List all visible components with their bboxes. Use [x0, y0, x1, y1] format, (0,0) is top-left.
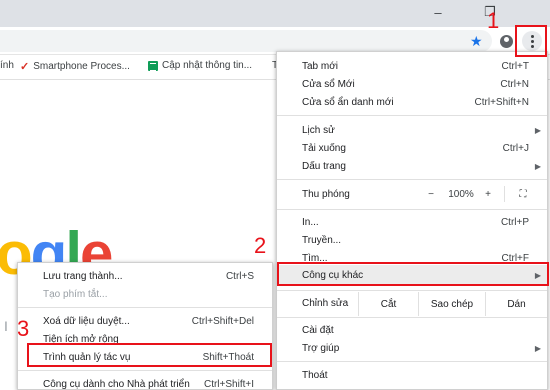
checkmark-icon: ✓	[20, 61, 30, 73]
address-bar[interactable]	[0, 30, 492, 52]
bookmark-label: ính	[0, 60, 14, 71]
menu-item-bookmarks[interactable]: Dấu trang ▶	[277, 156, 547, 176]
annotation-box	[277, 262, 549, 286]
menu-item-new-tab[interactable]: Tab mới Ctrl+T	[277, 56, 547, 76]
menu-separator	[277, 209, 547, 210]
zoom-level: 100%	[448, 188, 474, 200]
annotation-letter: I	[4, 318, 8, 334]
menu-separator	[277, 179, 547, 180]
star-icon[interactable]: ★	[470, 33, 483, 50]
menu-item-edit: Chỉnh sửa Cắt Sao chép Dán	[277, 292, 547, 316]
menu-item-incognito[interactable]: Cửa sổ ẩn danh mới Ctrl+Shift+N	[277, 92, 547, 112]
menu-separator	[277, 317, 547, 318]
zoom-divider	[504, 186, 505, 202]
menu-item-print[interactable]: In... Ctrl+P	[277, 212, 547, 232]
menu-item-zoom: Thu phóng − 100% + ⛶	[277, 184, 547, 204]
copy-button[interactable]: Sao chép	[418, 292, 485, 316]
menu-separator	[18, 370, 272, 371]
menu-item-settings[interactable]: Cài đặt	[277, 320, 547, 340]
menu-item-downloads[interactable]: Tải xuống Ctrl+J	[277, 138, 547, 158]
submenu-arrow-icon: ▶	[534, 125, 541, 135]
more-tools-submenu: Lưu trang thành... Ctrl+S Tạo phím tắt...…	[17, 262, 273, 390]
submenu-arrow-icon: ▶	[534, 343, 541, 353]
paste-button[interactable]: Dán	[485, 292, 547, 316]
annotation-number: 3	[17, 316, 30, 341]
bookmark-item[interactable]: ✓ Smartphone Proces...	[20, 60, 130, 73]
menu-item-clear-data[interactable]: Xoá dữ liệu duyệt... Ctrl+Shift+Del	[18, 311, 272, 331]
menu-separator	[277, 290, 547, 291]
menu-item-save-page[interactable]: Lưu trang thành... Ctrl+S	[18, 266, 272, 286]
minimize-button[interactable]: –	[420, 2, 456, 22]
title-bar: – ❐	[0, 0, 550, 27]
cut-button[interactable]: Cắt	[358, 292, 418, 316]
annotation-number: 2	[254, 233, 267, 258]
menu-separator	[277, 361, 547, 362]
submenu-arrow-icon: ▶	[534, 161, 541, 171]
menu-separator	[18, 307, 272, 308]
menu-separator	[277, 115, 547, 116]
menu-item-dev-tools[interactable]: Công cụ dành cho Nhà phát triển Ctrl+Shif…	[18, 374, 272, 390]
annotation-number: 1	[487, 8, 500, 33]
bookmark-item[interactable]: ính	[0, 60, 14, 71]
sheets-icon	[148, 60, 158, 71]
annotation-box	[515, 25, 547, 57]
chrome-main-menu: Tab mới Ctrl+T Cửa sổ Mới Ctrl+N Cửa sổ ẩn…	[276, 51, 548, 390]
menu-item-new-window[interactable]: Cửa sổ Mới Ctrl+N	[277, 74, 547, 94]
menu-item-help[interactable]: Trợ giúp ▶	[277, 338, 547, 358]
menu-item-exit[interactable]: Thoát	[277, 365, 547, 385]
zoom-out-button[interactable]: −	[425, 184, 437, 204]
menu-item-create-shortcut: Tạo phím tắt...	[43, 288, 108, 300]
annotation-box	[27, 343, 272, 367]
bookmark-label: Cập nhật thông tin...	[162, 60, 253, 71]
bookmark-item[interactable]: Cập nhật thông tin...	[148, 60, 252, 71]
zoom-in-button[interactable]: +	[482, 184, 494, 204]
menu-item-history[interactable]: Lịch sử ▶	[277, 120, 547, 140]
fullscreen-icon[interactable]: ⛶	[513, 184, 533, 204]
profile-icon[interactable]	[500, 35, 513, 48]
bookmark-label: Smartphone Proces...	[33, 61, 130, 72]
menu-item-cast[interactable]: Truyền...	[277, 230, 547, 250]
